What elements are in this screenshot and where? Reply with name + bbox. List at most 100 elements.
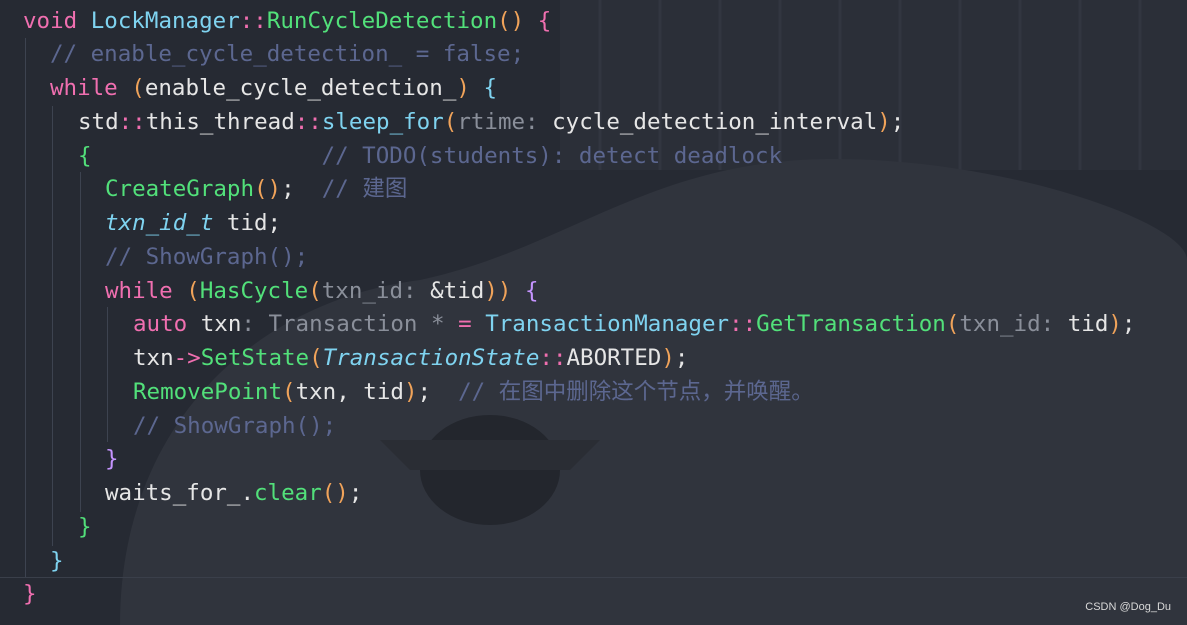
- identifier: enable_cycle_detection_: [144, 75, 457, 101]
- code-line-3[interactable]: while (enable_cycle_detection_) {: [50, 71, 497, 105]
- parameter-hint: txn_id:: [959, 311, 1055, 337]
- code-line-10[interactable]: auto txn: Transaction * = TransactionMan…: [133, 307, 1135, 341]
- function-name: HasCycle: [199, 278, 309, 304]
- semicolon: ;: [281, 176, 295, 202]
- code-line-16[interactable]: }: [78, 510, 92, 544]
- indent-guide: [107, 307, 108, 442]
- editor-divider: [0, 577, 1187, 578]
- parens: (): [497, 8, 525, 34]
- class-name: LockManager: [90, 8, 240, 34]
- paren: (: [282, 379, 296, 405]
- function-name: sleep_for: [321, 109, 444, 135]
- paren: (: [443, 109, 458, 135]
- identifier: waits_for_: [105, 480, 241, 506]
- paren: ): [661, 345, 675, 371]
- code-line-11[interactable]: txn->SetState(TransactionState::ABORTED)…: [133, 341, 688, 375]
- function-name: clear: [254, 480, 322, 506]
- code-editor[interactable]: void LockManager::RunCycleDetection() { …: [0, 0, 1187, 625]
- parens: (): [254, 176, 282, 202]
- type-hint: : Transaction *: [241, 311, 459, 337]
- code-line-13[interactable]: // ShowGraph();: [133, 409, 336, 443]
- function-name: RunCycleDetection: [266, 8, 498, 34]
- code-line-7[interactable]: txn_id_t tid;: [105, 206, 281, 240]
- keyword: while: [105, 278, 173, 304]
- indent-guide: [25, 38, 26, 578]
- scope-operator: ::: [294, 109, 322, 135]
- code-line-4[interactable]: std::this_thread::sleep_for(rtime: cycle…: [78, 105, 904, 139]
- class-name: TransactionManager: [485, 311, 730, 337]
- code-line-8[interactable]: // ShowGraph();: [105, 240, 308, 274]
- arrow-operator: ->: [173, 345, 201, 371]
- namespace: std: [78, 109, 119, 135]
- paren: ): [456, 75, 470, 101]
- brace: }: [105, 446, 119, 472]
- function-name: GetTransaction: [756, 311, 946, 337]
- code-line-6[interactable]: CreateGraph(); // 建图: [105, 172, 407, 206]
- brace: {: [537, 8, 552, 34]
- scope-operator: ::: [239, 8, 267, 34]
- comment: // enable_cycle_detection_ = false;: [50, 41, 525, 67]
- code-line-14[interactable]: }: [105, 442, 119, 476]
- identifier: txn: [133, 345, 174, 371]
- comment: // ShowGraph();: [105, 244, 309, 270]
- brace: }: [50, 548, 64, 574]
- keyword: void: [23, 8, 78, 34]
- indent-guide: [80, 172, 81, 512]
- brace: {: [78, 143, 92, 169]
- scope-operator: ::: [539, 345, 567, 371]
- semicolon: ;: [674, 345, 689, 371]
- argument: &tid: [430, 278, 485, 304]
- semicolon: ;: [417, 379, 432, 405]
- identifier: txn: [187, 311, 242, 337]
- paren: ): [1108, 311, 1122, 337]
- code-line-17[interactable]: }: [50, 544, 64, 578]
- enum-value: ABORTED: [566, 345, 662, 371]
- assign-operator: =: [458, 311, 472, 337]
- function-name: RemovePoint: [133, 379, 283, 405]
- paren: (: [309, 345, 323, 371]
- paren: ): [877, 109, 891, 135]
- comment: // 在图中删除这个节点，并唤醒。: [458, 379, 814, 405]
- code-line-1[interactable]: void LockManager::RunCycleDetection() {: [23, 4, 551, 38]
- argument: tid: [1067, 311, 1109, 337]
- keyword: while: [50, 75, 118, 101]
- declaration: tid;: [213, 210, 282, 236]
- brace: }: [23, 581, 37, 607]
- paren: (: [308, 278, 322, 304]
- comment: // 建图: [321, 176, 408, 202]
- function-name: CreateGraph: [105, 176, 255, 202]
- parameter-hint: rtime:: [457, 109, 539, 135]
- brace: {: [524, 278, 539, 304]
- argument: cycle_detection_interval: [552, 109, 878, 135]
- parameter-hint: txn_id:: [321, 278, 417, 304]
- type-name: txn_id_t: [105, 210, 214, 236]
- code-line-12[interactable]: RemovePoint(txn, tid); // 在图中删除这个节点，并唤醒。: [133, 375, 814, 409]
- paren: ): [497, 278, 512, 304]
- comment: // TODO(students): detect deadlock: [321, 143, 783, 169]
- semicolon: ;: [890, 109, 905, 135]
- code-line-5[interactable]: { // TODO(students): detect deadlock: [78, 139, 782, 173]
- scope-operator: ::: [118, 109, 146, 135]
- code-line-18[interactable]: }: [23, 577, 37, 611]
- brace: }: [78, 514, 92, 540]
- comment: // ShowGraph();: [133, 413, 337, 439]
- code-line-9[interactable]: while (HasCycle(txn_id: &tid)) {: [105, 274, 539, 308]
- paren: (: [945, 311, 960, 337]
- parens: (): [321, 480, 349, 506]
- code-line-2[interactable]: // enable_cycle_detection_ = false;: [50, 37, 524, 71]
- brace: {: [483, 75, 498, 101]
- dot-operator: .: [240, 480, 255, 506]
- arguments: txn, tid: [295, 379, 404, 405]
- paren: (: [186, 278, 200, 304]
- enum-type: TransactionState: [322, 345, 540, 371]
- indent-guide: [52, 106, 53, 546]
- namespace: this_thread: [145, 109, 295, 135]
- paren: ): [484, 278, 498, 304]
- semicolon: ;: [348, 480, 363, 506]
- code-line-15[interactable]: waits_for_.clear();: [105, 476, 362, 510]
- keyword: auto: [133, 311, 188, 337]
- paren: (: [131, 75, 145, 101]
- function-name: SetState: [200, 345, 310, 371]
- paren: ): [403, 379, 418, 405]
- semicolon: ;: [1121, 311, 1136, 337]
